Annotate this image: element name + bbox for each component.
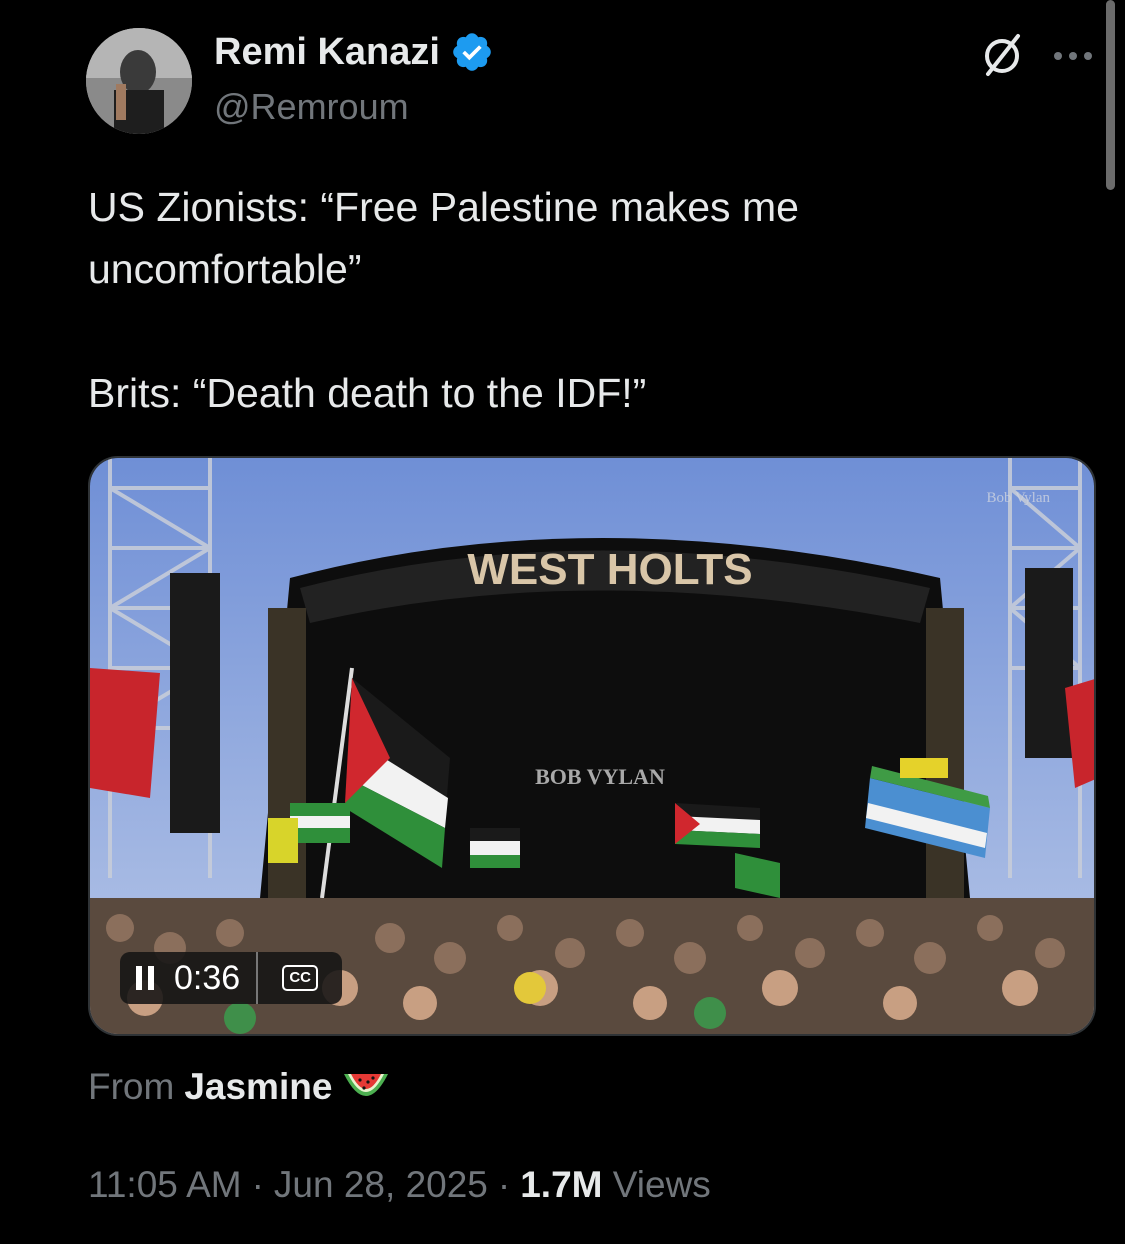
author-display-name-row[interactable]: Remi Kanazi: [214, 30, 494, 74]
scrollbar[interactable]: [1106, 0, 1115, 190]
tweet-meta: 11:05 AM · Jun 28, 2025 · 1.7M Views: [88, 1164, 711, 1206]
attribution: From Jasmine: [88, 1066, 390, 1108]
views-count: 1.7M: [520, 1164, 603, 1205]
avatar[interactable]: [86, 28, 192, 134]
attribution-name[interactable]: Jasmine: [184, 1066, 332, 1108]
watermelon-icon: [344, 1074, 389, 1096]
author-display-name[interactable]: Remi Kanazi: [214, 31, 440, 74]
video-stage-text: BOB VYLAN: [535, 764, 665, 789]
tweet-time[interactable]: 11:05 AM: [88, 1164, 242, 1206]
views-group[interactable]: 1.7M Views: [520, 1164, 711, 1206]
views-label: Views: [612, 1164, 711, 1205]
attribution-prefix: From: [88, 1066, 175, 1107]
tweet-text: US Zionists: “Free Palestine makes me un…: [88, 184, 799, 416]
video-player[interactable]: WEST HOLTS BOB VYLAN Bob Vylan: [88, 456, 1096, 1036]
more-icon[interactable]: [1052, 46, 1094, 66]
closed-captions-icon: CC: [282, 965, 319, 991]
video-banner-text: WEST HOLTS: [467, 545, 752, 594]
video-time: 0:36: [170, 952, 259, 1004]
author-handle[interactable]: @Remroum: [214, 86, 409, 128]
pause-icon[interactable]: [120, 952, 170, 1004]
tweet-date[interactable]: Jun 28, 2025: [274, 1164, 488, 1206]
meta-separator: ·: [251, 1164, 264, 1205]
meta-separator: ·: [497, 1164, 511, 1205]
closed-captions-button[interactable]: CC: [258, 952, 342, 1004]
verified-badge-icon: [453, 33, 491, 71]
video-watermark: Bob Vylan: [987, 490, 1051, 506]
video-frame: WEST HOLTS BOB VYLAN Bob Vylan: [90, 458, 1094, 1034]
video-controls: 0:36 CC: [120, 952, 343, 1004]
grok-icon[interactable]: [978, 32, 1026, 80]
